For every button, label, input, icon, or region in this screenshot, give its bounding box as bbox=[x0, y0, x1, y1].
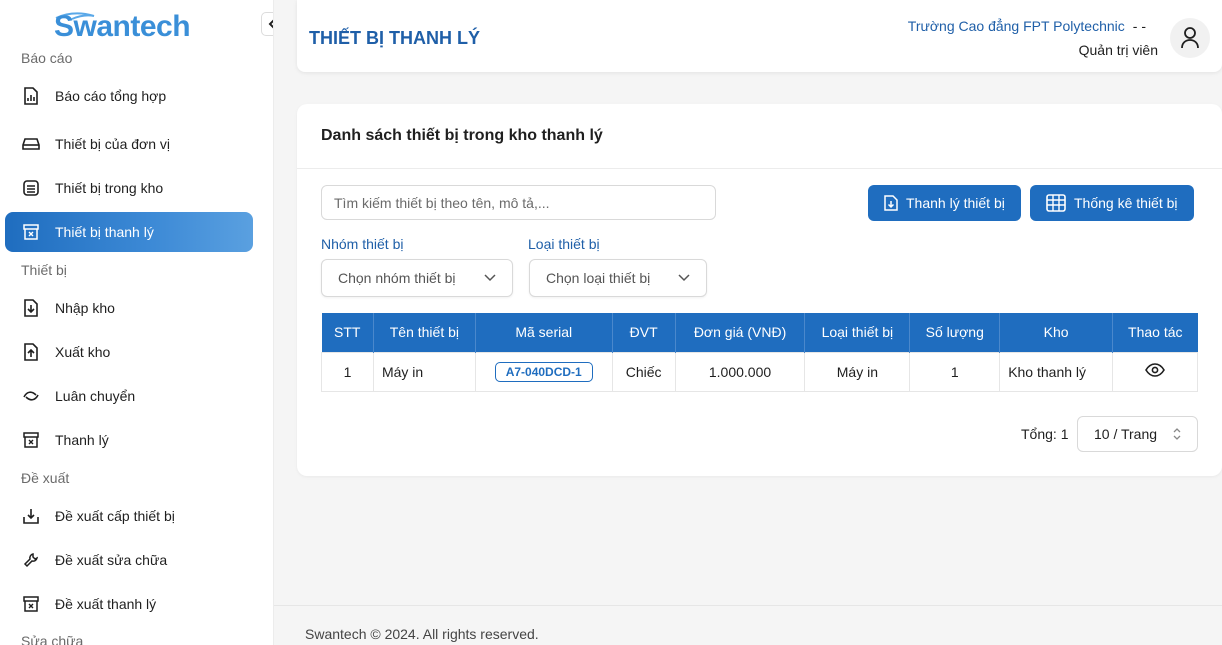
column-header[interactable]: ĐVT bbox=[612, 313, 676, 352]
liquidate-button-label: Thanh lý thiết bị bbox=[906, 195, 1005, 211]
column-header[interactable]: Tên thiết bị bbox=[373, 313, 476, 352]
table-icon bbox=[1046, 194, 1066, 212]
report-icon bbox=[22, 87, 40, 105]
collapse-sidebar-button[interactable] bbox=[261, 12, 273, 36]
section-label-proposals: Đề xuất bbox=[21, 470, 70, 486]
type-filter-label: Loại thiết bị bbox=[528, 236, 600, 252]
sidebar-item-label: Thiết bị trong kho bbox=[55, 180, 164, 196]
cell-warehouse: Kho thanh lý bbox=[999, 351, 1114, 392]
column-header[interactable]: Đơn giá (VNĐ) bbox=[675, 313, 806, 352]
serial-tag[interactable]: A7-040DCD-1 bbox=[494, 361, 593, 382]
sidebar-item-propose-liquidation[interactable]: Đề xuất thanh lý bbox=[5, 584, 253, 624]
school-suffix: - - bbox=[1132, 18, 1146, 34]
column-header[interactable]: Mã serial bbox=[475, 313, 613, 352]
cell-name: Máy in bbox=[372, 351, 476, 392]
sidebar-item-summary-report[interactable]: Báo cáo tổng hợp bbox=[5, 76, 253, 116]
sidebar-item-unit-devices[interactable]: Thiết bị của đơn vị bbox=[5, 124, 253, 164]
sidebar-item-label: Xuất kho bbox=[55, 344, 111, 360]
sidebar-item-warehouse-devices[interactable]: Thiết bị trong kho bbox=[5, 168, 253, 208]
transfer-icon bbox=[22, 387, 40, 405]
cell-price: 1.000.000 bbox=[674, 351, 806, 392]
chevron-down-icon bbox=[678, 274, 690, 282]
page-size-value: 10 / Trang bbox=[1094, 426, 1158, 442]
chevron-down-icon bbox=[484, 274, 496, 282]
drive-icon bbox=[22, 135, 40, 153]
device-statistics-button[interactable]: Thống kê thiết bị bbox=[1030, 185, 1194, 221]
sidebar-item-transfer[interactable]: Luân chuyển bbox=[5, 376, 253, 416]
cell-stt: 1 bbox=[321, 351, 374, 392]
column-header[interactable]: Kho bbox=[999, 313, 1114, 352]
device-list-card: Danh sách thiết bị trong kho thanh lý Th… bbox=[297, 104, 1222, 476]
sidebar-item-label: Đề xuất sửa chữa bbox=[55, 552, 168, 568]
file-export-icon bbox=[22, 343, 40, 361]
column-header[interactable]: STT bbox=[321, 313, 374, 352]
sidebar-item-label: Thiết bị của đơn vị bbox=[55, 136, 171, 152]
table-header-row: STT Tên thiết bị Mã serial ĐVT Đơn giá (… bbox=[321, 313, 1198, 352]
total-count: Tổng: 1 bbox=[1021, 426, 1069, 442]
copyright-text: Swantech © 2024. All rights reserved. bbox=[305, 626, 539, 642]
cell-type: Máy in bbox=[804, 351, 911, 392]
sidebar-item-label: Báo cáo tổng hợp bbox=[55, 88, 167, 104]
sidebar-item-export[interactable]: Xuất kho bbox=[5, 332, 253, 372]
file-import-icon bbox=[884, 195, 898, 211]
top-header: THIẾT BỊ THANH LÝ Trường Cao đẳng FPT Po… bbox=[297, 0, 1222, 72]
type-select-placeholder: Chọn loại thiết bị bbox=[546, 270, 651, 286]
search-input[interactable] bbox=[321, 185, 716, 220]
database-icon bbox=[22, 179, 40, 197]
cell-unit: Chiếc bbox=[611, 351, 676, 392]
wrench-icon bbox=[22, 551, 40, 569]
file-import-icon bbox=[22, 299, 40, 317]
cell-serial: A7-040DCD-1 bbox=[474, 351, 613, 392]
user-role: Quản trị viên bbox=[1078, 42, 1158, 58]
device-table: STT Tên thiết bị Mã serial ĐVT Đơn giá (… bbox=[321, 313, 1198, 392]
school-name: Trường Cao đẳng FPT Polytechnic - - bbox=[908, 18, 1146, 34]
group-select[interactable]: Chọn nhóm thiết bị bbox=[321, 259, 513, 297]
archive-x-icon bbox=[22, 431, 40, 449]
sidebar-item-liquidation[interactable]: Thanh lý bbox=[5, 420, 253, 460]
sidebar-item-label: Đề xuất thanh lý bbox=[55, 596, 157, 612]
sidebar-item-label: Thanh lý bbox=[55, 432, 109, 448]
archive-x-icon bbox=[22, 595, 40, 613]
liquidate-device-button[interactable]: Thanh lý thiết bị bbox=[868, 185, 1021, 221]
archive-x-icon bbox=[22, 223, 40, 241]
card-title: Danh sách thiết bị trong kho thanh lý bbox=[321, 127, 603, 144]
footer: Swantech © 2024. All rights reserved. bbox=[274, 605, 1222, 645]
sidebar-item-liquidated-devices[interactable]: Thiết bị thanh lý bbox=[5, 212, 253, 252]
section-label-repair: Sửa chữa bbox=[21, 633, 84, 645]
group-select-placeholder: Chọn nhóm thiết bị bbox=[338, 270, 456, 286]
type-select[interactable]: Chọn loại thiết bị bbox=[529, 259, 707, 297]
sidebar-item-label: Thiết bị thanh lý bbox=[55, 224, 154, 240]
sidebar-item-label: Đề xuất cấp thiết bị bbox=[55, 508, 175, 524]
sidebar-item-import[interactable]: Nhập kho bbox=[5, 288, 253, 328]
chevron-left-icon bbox=[268, 19, 273, 29]
sidebar-item-label: Nhập kho bbox=[55, 300, 115, 316]
sort-arrows-icon bbox=[1173, 428, 1181, 440]
page-title: THIẾT BỊ THANH LÝ bbox=[309, 28, 480, 48]
sidebar-item-propose-equipment[interactable]: Đề xuất cấp thiết bị bbox=[5, 496, 253, 536]
download-box-icon bbox=[22, 507, 40, 525]
sidebar-item-propose-repair[interactable]: Đề xuất sửa chữa bbox=[5, 540, 253, 580]
table-row[interactable]: 1 Máy in A7-040DCD-1 Chiếc 1.000.000 Máy… bbox=[321, 351, 1198, 392]
eye-icon[interactable] bbox=[1145, 363, 1165, 377]
page-size-select[interactable]: 10 / Trang bbox=[1077, 416, 1198, 452]
user-icon bbox=[1181, 27, 1199, 49]
swantech-logo[interactable]: Swantech bbox=[54, 10, 206, 44]
sidebar: Swantech Báo cáo Báo cáo tổng hợp Thiết … bbox=[0, 0, 274, 645]
group-filter-label: Nhóm thiết bị bbox=[321, 236, 404, 252]
avatar[interactable] bbox=[1170, 18, 1210, 58]
school-label: Trường Cao đẳng FPT Polytechnic bbox=[907, 18, 1125, 34]
column-header[interactable]: Số lượng bbox=[909, 313, 1001, 352]
cell-qty: 1 bbox=[909, 351, 1001, 392]
column-header[interactable]: Loại thiết bị bbox=[804, 313, 911, 352]
stats-button-label: Thống kê thiết bị bbox=[1074, 195, 1178, 211]
column-header[interactable]: Thao tác bbox=[1112, 313, 1198, 352]
section-label-devices: Thiết bị bbox=[21, 262, 67, 278]
sidebar-item-label: Luân chuyển bbox=[55, 388, 136, 404]
divider bbox=[297, 168, 1222, 169]
section-label-report: Báo cáo bbox=[21, 50, 73, 66]
cell-actions bbox=[1112, 351, 1198, 392]
